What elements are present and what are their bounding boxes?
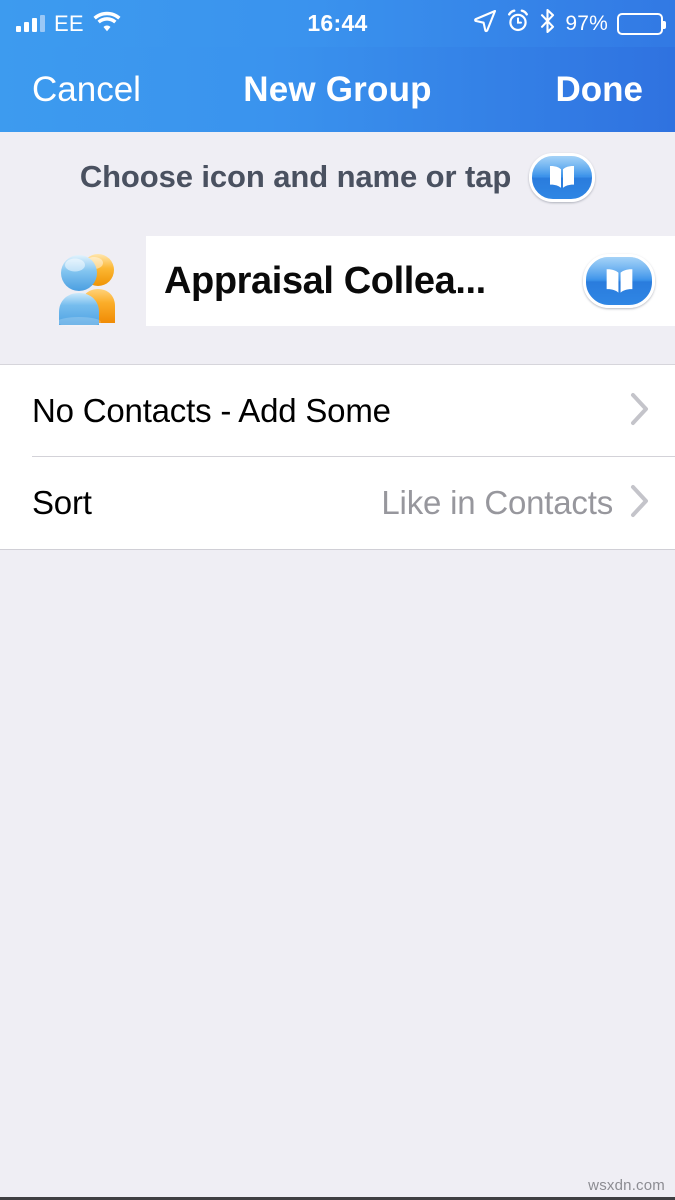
done-button[interactable]: Done [556, 70, 644, 110]
list-item-label: Sort [32, 484, 92, 521]
navigation-bar: Cancel New Group Done [0, 47, 675, 132]
list-item-value: Like in Contacts [381, 484, 613, 521]
battery-full-icon [617, 12, 666, 35]
alarm-clock-icon [506, 9, 530, 38]
watermark: wsxdn.com [588, 1177, 665, 1194]
cancel-button[interactable]: Cancel [32, 70, 141, 110]
settings-list: No Contacts - Add Some Sort Like in Cont… [0, 364, 675, 550]
bluetooth-icon [539, 8, 556, 38]
add-contacts-row[interactable]: No Contacts - Add Some [0, 365, 675, 457]
group-name-field[interactable]: Appraisal Collea... [146, 236, 675, 326]
chevron-right-icon [629, 391, 651, 432]
group-people-icon[interactable] [42, 239, 138, 327]
status-bar: EE 16:44 97% [0, 0, 675, 47]
choose-icon-prompt: Choose icon and name or tap [0, 132, 675, 222]
status-bar-right: 97% [473, 8, 666, 38]
prompt-label: Choose icon and name or tap [79, 159, 512, 194]
chevron-right-icon [629, 483, 651, 524]
location-arrow-icon [473, 9, 497, 38]
open-book-icon[interactable] [583, 254, 655, 308]
group-name-value[interactable]: Appraisal Collea... [164, 260, 486, 303]
sort-row[interactable]: Sort Like in Contacts [0, 457, 675, 549]
battery-percent-label: 97% [565, 11, 608, 35]
group-name-row: Appraisal Collea... [0, 231, 675, 335]
open-book-icon[interactable] [529, 152, 596, 202]
list-item-label: No Contacts - Add Some [32, 392, 391, 429]
